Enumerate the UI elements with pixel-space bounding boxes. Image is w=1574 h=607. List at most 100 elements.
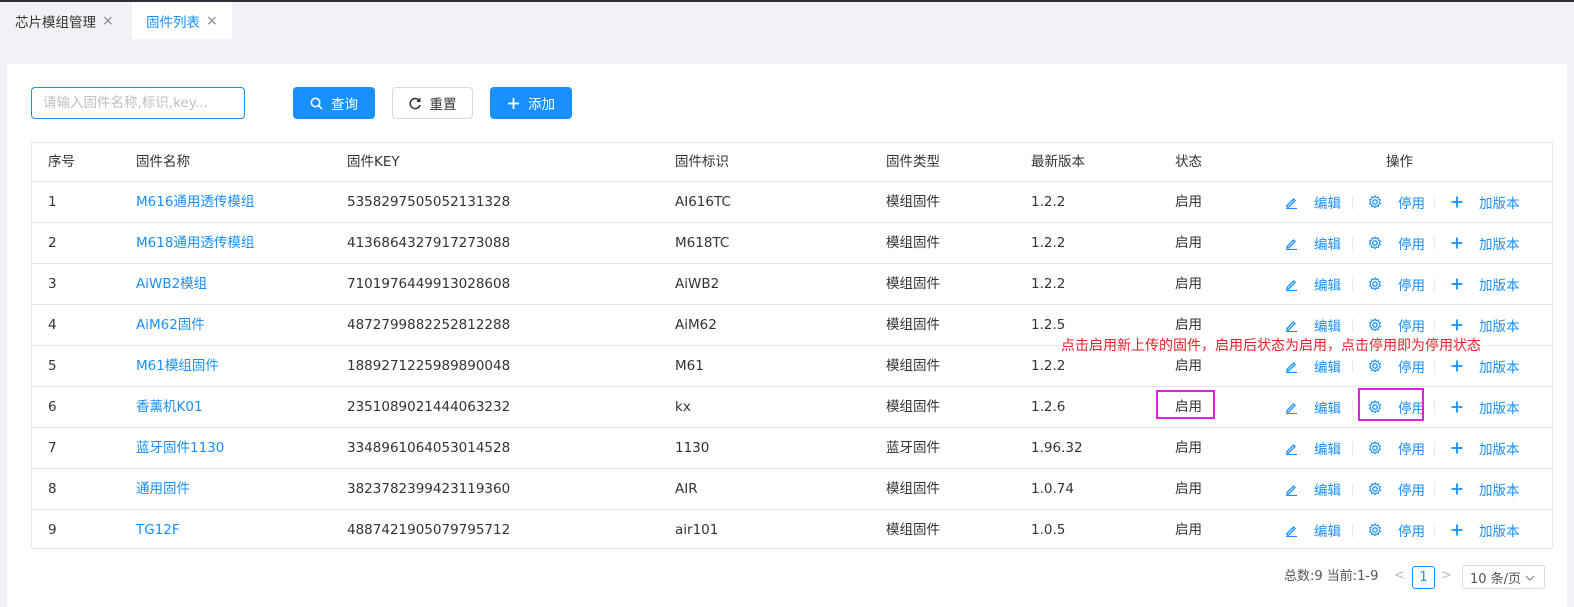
add-label: 添加 <box>528 97 555 113</box>
add-version-button[interactable]: 加版本 <box>1451 428 1520 468</box>
add-version-button[interactable]: 加版本 <box>1451 264 1520 304</box>
cell-type: 模组固件 <box>886 399 940 415</box>
cell-name-link[interactable]: 通用固件 <box>136 469 190 509</box>
edit-label: 编辑 <box>1314 483 1341 499</box>
search-input[interactable] <box>31 87 245 119</box>
cell-type: 模组固件 <box>886 276 940 292</box>
cell-name-link[interactable]: M618通用透传模组 <box>136 223 254 263</box>
next-page-icon[interactable]: > <box>1441 568 1452 583</box>
tab-chip-module-management[interactable]: 芯片模组管理 × <box>0 2 132 39</box>
add-version-button[interactable]: 加版本 <box>1451 510 1520 550</box>
edit-button[interactable]: 编辑 <box>1285 387 1341 427</box>
cell-key: 3348961064053014528 <box>347 440 511 456</box>
cell-no: 1 <box>48 194 57 210</box>
cell-status: 启用 <box>1175 481 1202 497</box>
disable-button[interactable]: 停用 <box>1368 469 1425 509</box>
add-version-label: 加版本 <box>1479 278 1520 294</box>
cell-ident: air101 <box>675 522 719 538</box>
divider <box>1434 442 1435 455</box>
cell-type: 模组固件 <box>886 235 940 251</box>
cell-status: 启用 <box>1175 522 1202 538</box>
add-version-label: 加版本 <box>1479 196 1520 212</box>
edit-icon <box>1285 360 1306 373</box>
close-icon[interactable]: × <box>206 13 218 29</box>
cell-ident: M61 <box>675 358 704 374</box>
cell-no: 4 <box>48 317 57 333</box>
plus-icon <box>1451 237 1471 249</box>
divider <box>1434 319 1435 332</box>
cell-key: 4887421905079795712 <box>347 522 511 538</box>
disable-button[interactable]: 停用 <box>1368 264 1425 304</box>
divider <box>1434 360 1435 373</box>
edit-button[interactable]: 编辑 <box>1285 469 1341 509</box>
column-header-key: 固件KEY <box>347 154 400 170</box>
add-version-button[interactable]: 加版本 <box>1451 223 1520 263</box>
search-icon <box>310 97 323 110</box>
divider <box>1352 442 1353 455</box>
edit-button[interactable]: 编辑 <box>1285 428 1341 468</box>
query-button[interactable]: 查询 <box>293 87 375 119</box>
cell-no: 9 <box>48 522 57 538</box>
disable-label: 停用 <box>1398 237 1425 253</box>
cell-name-link[interactable]: AiM62固件 <box>136 305 205 345</box>
add-version-button[interactable]: 加版本 <box>1451 387 1520 427</box>
add-button[interactable]: 添加 <box>490 87 572 119</box>
plus-icon <box>1451 196 1471 208</box>
annotation-note: 点击启用新上传的固件，启用后状态为启用，点击停用即为停用状态 <box>1061 336 1483 356</box>
tab-firmware-list[interactable]: 固件列表 × <box>132 2 232 39</box>
gear-icon <box>1368 236 1390 250</box>
table-row: 7 蓝牙固件1130 3348961064053014528 1130 蓝牙固件 1.96… <box>32 428 1552 469</box>
cell-name-link[interactable]: AiWB2模组 <box>136 264 207 304</box>
edit-button[interactable]: 编辑 <box>1285 264 1341 304</box>
cell-name-link[interactable]: 蓝牙固件1130 <box>136 428 224 468</box>
add-version-button[interactable]: 加版本 <box>1451 182 1520 222</box>
close-icon[interactable]: × <box>102 13 114 29</box>
table-row: 3 AiWB2模组 7101976449913028608 AiWB2 模组固件 1.2.… <box>32 264 1552 305</box>
prev-page-icon[interactable]: < <box>1394 568 1405 583</box>
cell-name-link[interactable]: 香薰机K01 <box>136 387 203 427</box>
plus-icon <box>1451 442 1471 454</box>
edit-label: 编辑 <box>1314 278 1341 294</box>
plus-icon <box>507 97 520 110</box>
table-row: 9 TG12F 4887421905079795712 air101 模组固件 1.0.5… <box>32 510 1552 551</box>
edit-label: 编辑 <box>1314 237 1341 253</box>
disable-label: 停用 <box>1398 319 1425 335</box>
gear-icon <box>1368 195 1390 209</box>
cell-version: 1.2.2 <box>1031 194 1066 210</box>
edit-icon <box>1285 483 1306 496</box>
disable-button[interactable]: 停用 <box>1368 223 1425 263</box>
add-version-label: 加版本 <box>1479 483 1520 499</box>
disable-button[interactable]: 停用 <box>1368 182 1425 222</box>
page-number-1[interactable]: 1 <box>1412 566 1435 589</box>
cell-ident: kx <box>675 399 691 415</box>
chevron-down-icon <box>1525 570 1535 585</box>
cell-no: 3 <box>48 276 57 292</box>
reset-button[interactable]: 重置 <box>392 87 473 119</box>
add-version-label: 加版本 <box>1479 237 1520 253</box>
cell-name-link[interactable]: M616通用透传模组 <box>136 182 254 222</box>
cell-name-link[interactable]: TG12F <box>136 510 180 550</box>
disable-label: 停用 <box>1398 483 1425 499</box>
gear-icon <box>1368 441 1390 455</box>
gear-icon <box>1368 523 1390 537</box>
divider <box>1352 319 1353 332</box>
plus-icon <box>1451 524 1471 536</box>
edit-button[interactable]: 编辑 <box>1285 510 1341 550</box>
cell-no: 5 <box>48 358 57 374</box>
page-size-select[interactable]: 10 条/页 <box>1462 565 1545 589</box>
cell-no: 8 <box>48 481 57 497</box>
disable-button[interactable]: 停用 <box>1368 428 1425 468</box>
column-header-version: 最新版本 <box>1031 154 1085 170</box>
add-version-label: 加版本 <box>1479 360 1520 376</box>
add-version-label: 加版本 <box>1479 401 1520 417</box>
plus-icon <box>1451 401 1471 413</box>
edit-button[interactable]: 编辑 <box>1285 182 1341 222</box>
edit-button[interactable]: 编辑 <box>1285 223 1341 263</box>
cell-name-link[interactable]: M61模组固件 <box>136 346 219 386</box>
divider <box>1352 483 1353 496</box>
disable-button[interactable]: 停用 <box>1368 510 1425 550</box>
cell-key: 3823782399423119360 <box>347 481 511 497</box>
cell-type: 模组固件 <box>886 522 940 538</box>
add-version-button[interactable]: 加版本 <box>1451 469 1520 509</box>
column-header-type: 固件类型 <box>886 154 940 170</box>
